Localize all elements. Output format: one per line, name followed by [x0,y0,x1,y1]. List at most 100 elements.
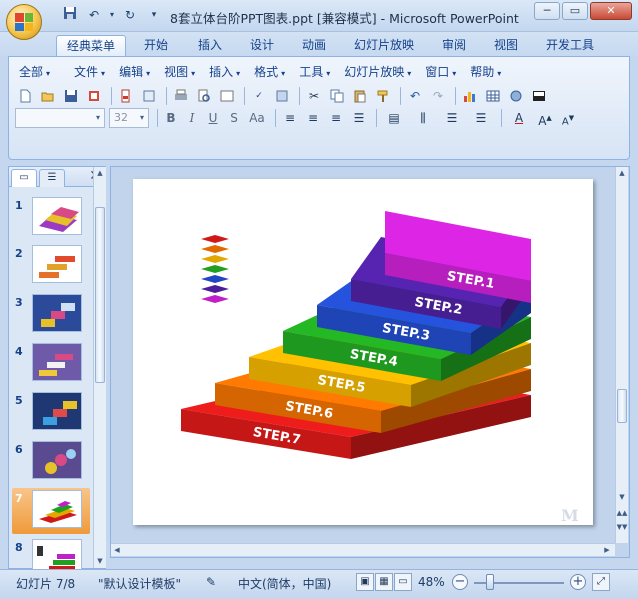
insert-chart-icon[interactable] [460,86,480,106]
bullets-icon[interactable]: ☰ [468,108,494,128]
menu-file[interactable]: 文件 ▾ [60,63,115,81]
attach-icon[interactable] [139,86,159,106]
tab-view[interactable]: 视图 [484,35,528,56]
maximize-button[interactable]: ▭ [562,2,588,20]
slideshow-view-button[interactable]: ▭ [394,573,412,591]
format-painter-icon[interactable] [373,86,393,106]
editor-vertical-scrollbar[interactable]: ▲ ▼ ▲▲ ▼▼ [615,167,628,543]
research-icon[interactable] [272,86,292,106]
tab-developer[interactable]: 开发工具 [536,35,604,56]
scroll-down-icon[interactable]: ▼ [616,491,628,503]
editor-horizontal-scrollbar[interactable]: ◀ ▶ [111,543,615,556]
italic-button[interactable]: I [183,108,201,128]
dropdown-arrow-icon[interactable]: ▾ [108,6,116,24]
slide-thumbnail[interactable]: 3 [12,292,90,338]
insert-table-icon[interactable] [483,86,503,106]
menu-format[interactable]: 格式 ▾ [250,63,295,81]
tab-insert[interactable]: 插入 [188,35,232,56]
language-indicator[interactable]: 中文(简体，中国) [238,575,331,592]
slide-thumbnail[interactable]: 5 [12,390,90,436]
save-icon[interactable] [61,86,81,106]
tab-animation[interactable]: 动画 [292,35,336,56]
office-button[interactable] [6,4,42,40]
cut-icon[interactable]: ✂ [304,86,324,106]
underline-button[interactable]: U [204,108,222,128]
slides-tab[interactable]: ▭ [11,169,37,187]
insert-picture-icon[interactable] [506,86,526,106]
slide-thumbnail[interactable]: 2 [12,243,90,289]
numbering-icon[interactable]: ☰ [439,108,465,128]
menu-help[interactable]: 帮助 ▾ [466,63,511,81]
theme-name[interactable]: "默认设计模板" [98,575,181,592]
zoom-level[interactable]: 48% [418,575,445,589]
spell-check-icon[interactable]: ✎ [206,575,216,589]
slide-canvas[interactable]: STEP.7 STEP.6 STEP.5 STEP.4 STEP.3 STEP.2 STEP… [133,179,593,525]
shrink-font-icon[interactable]: A▼ [558,108,578,128]
print-preview-icon[interactable] [194,86,214,106]
menu-tools[interactable]: 工具 ▾ [295,63,340,81]
justify-icon[interactable]: ☰ [349,108,369,128]
font-color-icon[interactable]: A [506,108,532,128]
font-name-combo[interactable]: ▾ [15,108,105,128]
menu-slideshow[interactable]: 幻灯片放映 ▾ [340,63,421,81]
undo-icon[interactable]: ↶ [405,86,425,106]
new-document-icon[interactable] [15,86,35,106]
paste-icon[interactable] [350,86,370,106]
scroll-left-icon[interactable]: ◀ [111,544,123,556]
scrollbar-thumb[interactable] [95,207,105,383]
scroll-down-icon[interactable]: ▼ [94,555,106,567]
open-folder-icon[interactable] [38,86,58,106]
next-slide-icon[interactable]: ▼▼ [616,521,628,533]
outline-tab[interactable]: ☰ [39,169,65,187]
slide-sorter-button[interactable]: ▦ [375,573,393,591]
font-size-combo[interactable]: 32 ▾ [109,108,149,128]
menu-window[interactable]: 窗口 ▾ [421,63,466,81]
zoom-in-button[interactable]: + [570,574,586,590]
menu-all[interactable]: 全部 ▾ [15,63,60,81]
menu-edit[interactable]: 编辑 ▾ [115,63,160,81]
shadow-button[interactable]: S [225,108,243,128]
align-right-icon[interactable]: ≡ [326,108,346,128]
minimize-button[interactable]: ─ [534,2,560,20]
close-button[interactable]: ✕ [590,2,632,20]
thumbnail-scrollbar[interactable]: ▲ ▼ [93,167,106,568]
print-icon[interactable] [171,86,191,106]
zoom-out-button[interactable]: − [452,574,468,590]
scrollbar-thumb[interactable] [617,389,627,423]
slide-thumbnail-selected[interactable]: 7 [12,488,90,534]
normal-view-button[interactable]: ▣ [356,573,374,591]
export-pdf-icon[interactable] [116,86,136,106]
fit-to-window-button[interactable]: ⤢ [592,573,610,591]
slide-thumbnail[interactable]: 1 [12,195,90,241]
grow-font-icon[interactable]: A▲ [535,108,555,128]
page-setup-icon[interactable] [217,86,237,106]
change-case-button[interactable]: Aa [246,108,268,128]
save-icon[interactable] [60,6,80,24]
scroll-right-icon[interactable]: ▶ [601,544,613,556]
columns-icon[interactable]: ⫼ [410,108,436,128]
color-grayscale-icon[interactable] [529,86,549,106]
bold-button[interactable]: B [162,108,180,128]
redo-icon[interactable]: ↻ [120,6,140,24]
slide-thumbnail[interactable]: 8 [12,537,90,569]
text-box-icon[interactable]: ▤ [381,108,407,128]
previous-slide-icon[interactable]: ▲▲ [616,507,628,519]
menu-view[interactable]: 视图 ▾ [160,63,205,81]
redo-icon[interactable]: ↷ [428,86,448,106]
tab-slideshow[interactable]: 幻灯片放映 [344,35,424,56]
align-center-icon[interactable]: ≡ [303,108,323,128]
undo-icon[interactable]: ↶ [84,6,104,24]
tab-design[interactable]: 设计 [240,35,284,56]
tab-home[interactable]: 开始 [134,35,178,56]
scroll-up-icon[interactable]: ▲ [616,167,628,179]
slide-thumbnail[interactable]: 4 [12,341,90,387]
zoom-slider-thumb[interactable] [486,574,494,590]
tab-review[interactable]: 审阅 [432,35,476,56]
menu-insert[interactable]: 插入 ▾ [205,63,250,81]
permission-icon[interactable] [84,86,104,106]
customize-qat-icon[interactable]: ▾ [144,6,164,24]
spelling-icon[interactable]: ✓ [249,86,269,106]
copy-icon[interactable] [327,86,347,106]
slide-thumbnail[interactable]: 6 [12,439,90,485]
scroll-up-icon[interactable]: ▲ [94,167,106,179]
